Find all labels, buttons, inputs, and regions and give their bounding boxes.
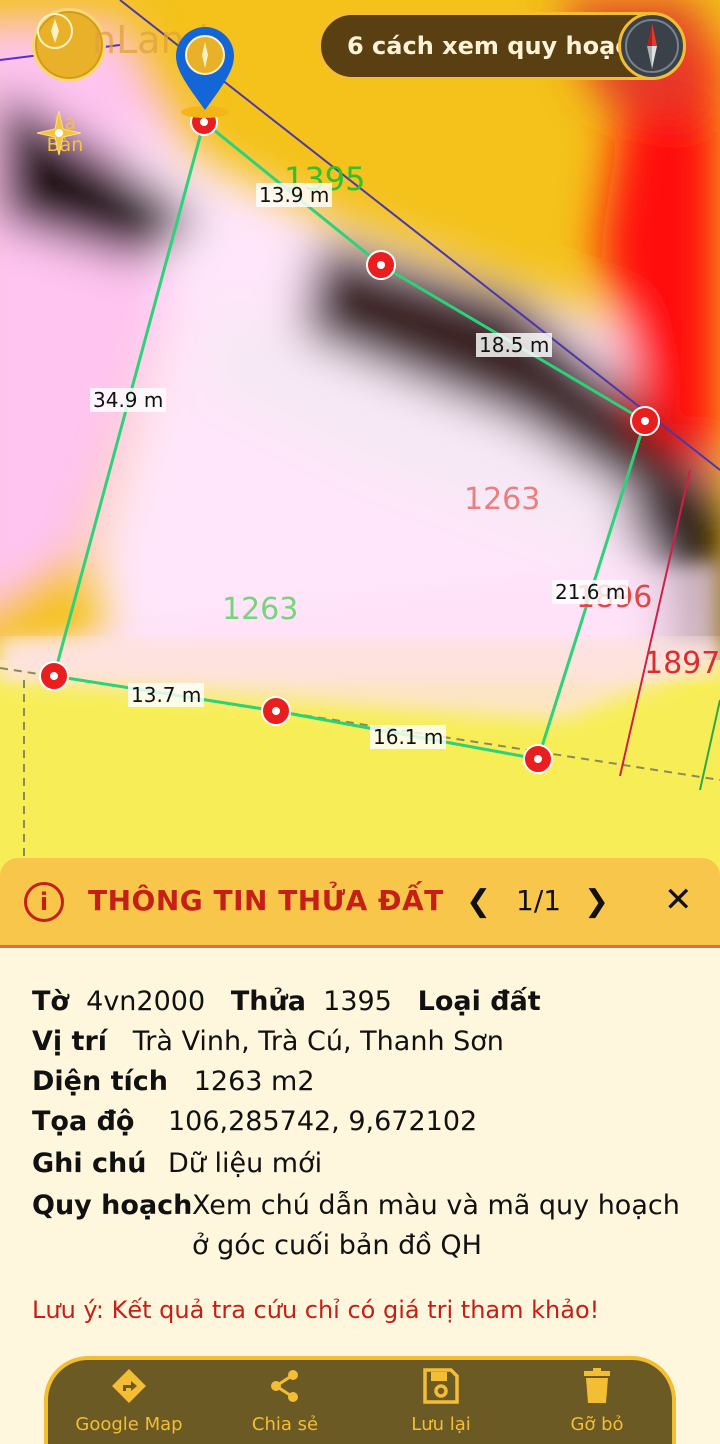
- row-planning: Quy hoạch: [32, 1190, 192, 1221]
- edge-length-label: 16.1 m: [370, 725, 447, 749]
- location-pin-icon: [172, 24, 238, 120]
- planning-label: Quy hoạch: [32, 1190, 193, 1221]
- share-icon: [271, 1370, 298, 1402]
- share-label: Chia sẻ: [251, 1414, 319, 1435]
- plot-label: Thửa: [230, 986, 306, 1017]
- coord-label: Tọa độ: [32, 1106, 135, 1137]
- row-location: Vị trí Trà Vinh, Trà Cú, Thanh Sơn: [32, 1026, 504, 1057]
- parcel-number: 1897: [644, 646, 720, 681]
- save-button[interactable]: Lưu lại: [376, 1366, 506, 1435]
- parcel-number: 1263: [464, 482, 541, 517]
- disclaimer-text: Lưu ý: Kết quả tra cứu chỉ có giá trị th…: [32, 1296, 600, 1324]
- save-label: Lưu lại: [411, 1414, 471, 1435]
- location-label: Vị trí: [32, 1026, 108, 1057]
- bottom-toolbar: Google Map Chia sẻ Lưu lại Gỡ bỏ: [44, 1356, 676, 1444]
- save-icon: [423, 1368, 459, 1404]
- sheet-value: 4vn2000: [86, 986, 206, 1017]
- close-icon[interactable]: ✕: [664, 880, 693, 920]
- row-area: Diện tích 1263 m2: [32, 1066, 315, 1097]
- plot-value: 1395: [323, 986, 392, 1017]
- note-label: Ghi chú: [32, 1148, 147, 1179]
- google-map-button[interactable]: Google Map: [64, 1366, 194, 1435]
- panel-title: THÔNG TIN THỬA ĐẤT: [88, 884, 444, 917]
- planning-views-button[interactable]: 6 cách xem quy hoạch: [318, 12, 686, 80]
- row-coordinates: Tọa độ: [32, 1106, 134, 1137]
- area-label: Diện tích: [32, 1066, 168, 1097]
- sheet-label: Tờ: [32, 986, 69, 1017]
- google-map-label: Google Map: [75, 1414, 183, 1435]
- edge-length-label: 13.9 m: [256, 183, 333, 207]
- map-view[interactable]: 1395 1263 1263 1896 1897 13.9 m 18.5 m 3…: [0, 0, 720, 880]
- landtype-label: Loại đất: [417, 986, 541, 1017]
- page-indicator: 1/1: [516, 884, 562, 917]
- compass-rose-icon: [36, 110, 82, 156]
- edge-length-label: 21.6 m: [552, 580, 629, 604]
- chevron-left-icon[interactable]: ❮: [466, 884, 491, 919]
- edge-length-label: 34.9 m: [90, 388, 167, 412]
- share-button[interactable]: Chia sẻ: [220, 1366, 350, 1435]
- info-icon: i: [24, 882, 64, 922]
- note-value: Dữ liệu mới: [168, 1148, 323, 1179]
- parcel-number: 1263: [222, 592, 299, 627]
- location-value: Trà Vinh, Trà Cú, Thanh Sơn: [132, 1026, 504, 1057]
- compass-rose-button[interactable]: La Bàn: [36, 110, 94, 156]
- remove-button[interactable]: Gỡ bỏ: [532, 1366, 662, 1435]
- compass-icon[interactable]: [618, 12, 686, 80]
- planning-value-line-1: Xem chú dẫn màu và mã quy hoạch: [192, 1190, 680, 1221]
- edge-length-label: 13.7 m: [128, 683, 205, 707]
- edge-length-label: 18.5 m: [476, 333, 553, 357]
- chevron-right-icon[interactable]: ❯: [584, 884, 609, 919]
- area-value: 1263 m2: [193, 1066, 315, 1097]
- parcel-info-header: i THÔNG TIN THỬA ĐẤT ❮ 1/1 ❯ ✕: [0, 858, 720, 948]
- remove-label: Gỡ bỏ: [570, 1414, 624, 1435]
- directions-icon: [112, 1369, 146, 1403]
- planning-value-line-2: ở góc cuối bản đồ QH: [192, 1230, 482, 1261]
- planning-views-label: 6 cách xem quy hoạch: [347, 32, 647, 60]
- row-note: Ghi chú: [32, 1148, 147, 1179]
- coord-value: 106,285742, 9,672102: [168, 1106, 478, 1137]
- map-canvas: [0, 0, 720, 880]
- row-sheet-plot: Tờ 4vn2000 Thửa 1395 Loại đất: [32, 986, 541, 1017]
- trash-icon: [584, 1368, 610, 1403]
